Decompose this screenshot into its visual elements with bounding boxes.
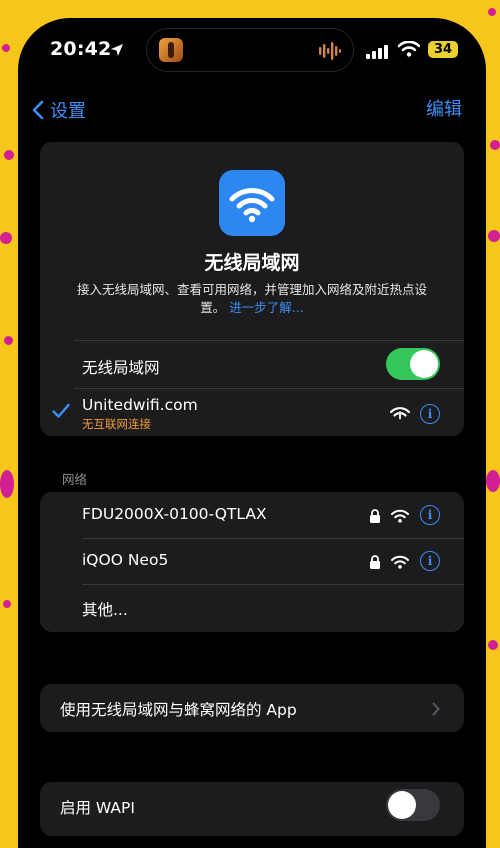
divider: [82, 584, 464, 585]
chevron-right-icon: [432, 701, 440, 720]
background-dot: [3, 600, 11, 608]
learn-more-link[interactable]: 进一步了解...: [229, 300, 303, 315]
wifi-header-card: 无线局域网 接入无线局域网、查看可用网络，并管理加入网络及附近热点设置。 进一步…: [40, 142, 464, 436]
wifi-status-icon: [397, 40, 421, 61]
background-dot: [0, 470, 14, 498]
background-dot: [4, 150, 14, 160]
location-arrow-icon: [110, 42, 124, 61]
wifi-no-internet-icon: [389, 406, 411, 426]
background-dot: [0, 232, 12, 244]
wapi-row: 启用 WAPI: [40, 782, 464, 836]
background-dot: [490, 140, 500, 150]
header-description: 接入无线局域网、查看可用网络，并管理加入网络及附近热点设置。 进一步了解...: [68, 281, 436, 317]
cellular-signal-icon: [366, 44, 388, 63]
wifi-signal-icon: [391, 508, 409, 527]
audio-waveform-icon: [319, 42, 341, 64]
background-dot: [488, 640, 498, 650]
lock-icon: [369, 554, 381, 573]
dynamic-island[interactable]: [146, 28, 354, 72]
wifi-app-icon: [219, 170, 285, 236]
other-network-button[interactable]: 其他...: [82, 598, 128, 620]
battery-indicator: 34: [428, 41, 458, 58]
apps-using-wlan-row[interactable]: 使用无线局域网与蜂窝网络的 App: [40, 684, 464, 732]
info-icon[interactable]: i: [420, 404, 440, 424]
wifi-signal-icon: [391, 554, 409, 573]
background-dot: [4, 336, 13, 345]
connection-status: 无互联网连接: [82, 417, 151, 431]
apps-row-label: 使用无线局域网与蜂窝网络的 App: [60, 701, 297, 719]
background-dot: [2, 44, 10, 52]
background-dot: [486, 470, 500, 492]
phone-screen: 20:42 34 设置 编辑 无线局域网 接入无线局域网、查看可用网络，并管理加…: [18, 18, 486, 848]
wlan-toggle-label: 无线局域网: [82, 359, 160, 377]
lock-icon: [369, 508, 381, 527]
info-icon[interactable]: i: [420, 551, 440, 571]
chevron-left-icon: [32, 100, 44, 120]
wapi-toggle[interactable]: [386, 789, 440, 821]
status-bar: 20:42 34: [18, 18, 486, 82]
background-dot: [488, 230, 500, 242]
now-playing-artwork: [159, 38, 183, 62]
networks-section-title: 网络: [62, 472, 88, 487]
connected-ssid[interactable]: Unitedwifi.com: [82, 396, 198, 414]
toggle-knob: [410, 350, 438, 378]
back-label: 设置: [50, 101, 86, 122]
networks-list: FDU2000X-0100-QTLAX i iQOO Neo5 i 其他...: [40, 492, 464, 632]
toggle-knob: [388, 791, 416, 819]
settings-scroll-area[interactable]: 无线局域网 接入无线局域网、查看可用网络，并管理加入网络及附近热点设置。 进一步…: [18, 126, 486, 848]
divider: [82, 538, 464, 539]
network-name[interactable]: FDU2000X-0100-QTLAX: [82, 505, 267, 523]
wapi-label: 启用 WAPI: [60, 799, 135, 817]
info-icon[interactable]: i: [420, 505, 440, 525]
divider: [74, 340, 464, 341]
page-title: 无线局域网: [204, 252, 300, 274]
wlan-toggle[interactable]: [386, 348, 440, 380]
status-time: 20:42: [50, 38, 112, 60]
checkmark-icon: [52, 403, 70, 423]
divider: [74, 388, 464, 389]
background-dot: [488, 8, 496, 16]
network-name[interactable]: iQOO Neo5: [82, 551, 168, 569]
